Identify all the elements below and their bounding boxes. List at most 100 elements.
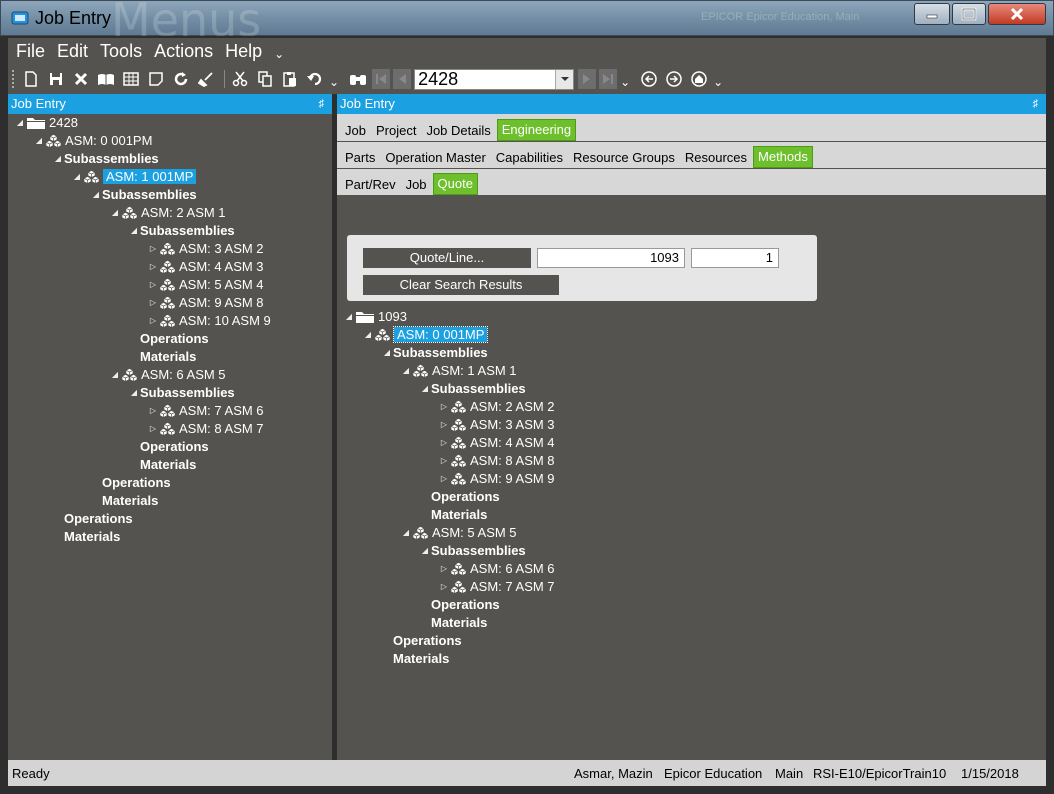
tree-node-assembly[interactable]: ▷ ASM: 4 ASM 3 (147, 258, 264, 275)
close-button[interactable] (988, 3, 1046, 25)
tree-node-operations[interactable]: Operations (52, 510, 133, 527)
tree-node-subassemblies[interactable]: ◢ Subassemblies (381, 344, 488, 361)
tree-node-operations[interactable]: Operations (381, 632, 462, 649)
tree-node-operations[interactable]: Operations (419, 488, 500, 505)
toolbar-overflow-icon[interactable]: ⌄ (329, 75, 339, 89)
tree-node-materials[interactable]: Materials (52, 528, 120, 545)
tree-node-assembly[interactable]: ▷ ASM: 7 ASM 6 (147, 402, 264, 419)
tree-node-assembly[interactable]: ▷ ASM: 10 ASM 9 (147, 312, 271, 329)
collapse-arrow-icon[interactable]: ◢ (128, 226, 140, 235)
copy-button[interactable] (254, 69, 276, 89)
title-bar[interactable]: Job Entry Menus EPICOR Epicor Education,… (0, 0, 1054, 47)
line-number-field[interactable]: 1 (691, 248, 779, 268)
new-button[interactable] (20, 69, 42, 89)
collapse-arrow-icon[interactable]: ◢ (362, 330, 374, 339)
tab-capabilities[interactable]: Capabilities (492, 146, 567, 168)
tree-node-root[interactable]: ◢ 1093 (343, 308, 407, 325)
expand-arrow-icon[interactable]: ▷ (147, 424, 159, 433)
tab-methods[interactable]: Methods (753, 146, 813, 168)
collapse-arrow-icon[interactable]: ◢ (343, 312, 355, 321)
tree-node-materials[interactable]: Materials (128, 456, 196, 473)
collapse-arrow-icon[interactable]: ◢ (109, 208, 121, 217)
delete-button[interactable] (70, 69, 92, 89)
menu-overflow-icon[interactable]: ⌄ (274, 47, 284, 61)
expand-arrow-icon[interactable]: ▷ (147, 316, 159, 325)
tab-methods-job[interactable]: Job (402, 173, 431, 195)
tree-node-assembly[interactable]: ◢ ASM: 0 001MP (362, 326, 489, 343)
prev-record-button[interactable] (393, 69, 412, 89)
tab-job[interactable]: Job (341, 119, 370, 141)
clear-button[interactable] (195, 69, 217, 89)
job-number-combo[interactable]: 2428 (414, 68, 575, 90)
tab-engineering[interactable]: Engineering (496, 119, 577, 141)
expand-arrow-icon[interactable]: ▷ (438, 402, 450, 411)
tab-job-details[interactable]: Job Details (422, 119, 494, 141)
tree-node-materials[interactable]: Materials (419, 506, 487, 523)
tree-node-assembly[interactable]: ▷ ASM: 3 ASM 3 (438, 416, 555, 433)
search-button[interactable] (347, 69, 369, 89)
undo-button[interactable] (304, 69, 326, 89)
tree-node-operations[interactable]: Operations (419, 596, 500, 613)
tree-node-assembly[interactable]: ▷ ASM: 7 ASM 7 (438, 578, 555, 595)
menu-help[interactable]: Help (225, 41, 262, 62)
collapse-arrow-icon[interactable]: ◢ (33, 136, 45, 145)
tree-node-operations[interactable]: Operations (128, 330, 209, 347)
expand-arrow-icon[interactable]: ▷ (438, 474, 450, 483)
tree-node-assembly[interactable]: ▷ ASM: 5 ASM 4 (147, 276, 264, 293)
expand-arrow-icon[interactable]: ▷ (147, 406, 159, 415)
toolbar-grip[interactable] (12, 70, 16, 88)
tree-node-assembly[interactable]: ◢ ASM: 0 001PM (33, 132, 153, 149)
tree-node-subassemblies[interactable]: ◢ Subassemblies (419, 542, 526, 559)
tree-node-assembly[interactable]: ▷ ASM: 8 ASM 8 (438, 452, 555, 469)
menu-edit[interactable]: Edit (57, 41, 88, 62)
pin-icon[interactable]: ♯ (1033, 94, 1039, 114)
tree-node-subassemblies[interactable]: ◢ Subassemblies (128, 222, 235, 239)
collapse-arrow-icon[interactable]: ◢ (128, 388, 140, 397)
nav-overflow-icon[interactable]: ⌄ (620, 75, 630, 89)
tree-node-materials[interactable]: Materials (419, 614, 487, 631)
expand-arrow-icon[interactable]: ▷ (438, 420, 450, 429)
collapse-arrow-icon[interactable]: ◢ (400, 528, 412, 537)
back-button[interactable] (638, 69, 660, 89)
expand-arrow-icon[interactable]: ▷ (438, 564, 450, 573)
tree-node-assembly[interactable]: ▷ ASM: 2 ASM 2 (438, 398, 555, 415)
collapse-arrow-icon[interactable]: ◢ (52, 154, 64, 163)
collapse-arrow-icon[interactable]: ◢ (419, 384, 431, 393)
tree-node-assembly[interactable]: ▷ ASM: 4 ASM 4 (438, 434, 555, 451)
expand-arrow-icon[interactable]: ▷ (147, 262, 159, 271)
tree-node-materials[interactable]: Materials (381, 650, 449, 667)
clear-search-results-button[interactable]: Clear Search Results (363, 275, 559, 295)
menu-file[interactable]: File (16, 41, 45, 62)
tree-node-assembly[interactable]: ◢ ASM: 6 ASM 5 (109, 366, 226, 383)
tab-resources[interactable]: Resources (681, 146, 751, 168)
menu-tools[interactable]: Tools (100, 41, 142, 62)
collapse-arrow-icon[interactable]: ◢ (90, 190, 102, 199)
collapse-arrow-icon[interactable]: ◢ (419, 546, 431, 555)
tree-node-subassemblies[interactable]: ◢ Subassemblies (52, 150, 159, 167)
tree-node-assembly[interactable]: ▷ ASM: 3 ASM 2 (147, 240, 264, 257)
forward-button[interactable] (663, 69, 685, 89)
tree-node-assembly[interactable]: ▷ ASM: 9 ASM 9 (438, 470, 555, 487)
tab-methods-quote[interactable]: Quote (432, 173, 478, 195)
quote-line-button[interactable]: Quote/Line... (363, 248, 531, 268)
expand-arrow-icon[interactable]: ▷ (438, 456, 450, 465)
tab-operation-master[interactable]: Operation Master (381, 146, 489, 168)
tree-node-assembly[interactable]: ◢ ASM: 1 001MP (71, 168, 197, 185)
collapse-arrow-icon[interactable]: ◢ (109, 370, 121, 379)
minimize-button[interactable] (914, 3, 950, 25)
maximize-button[interactable] (952, 3, 986, 25)
paste-button[interactable] (279, 69, 301, 89)
quote-number-field[interactable]: 1093 (537, 248, 685, 268)
tree-node-assembly[interactable]: ▷ ASM: 8 ASM 7 (147, 420, 264, 437)
tab-resource-groups[interactable]: Resource Groups (569, 146, 679, 168)
tab-project[interactable]: Project (372, 119, 420, 141)
tree-node-operations[interactable]: Operations (90, 474, 171, 491)
tree-node-operations[interactable]: Operations (128, 438, 209, 455)
cut-button[interactable] (229, 69, 251, 89)
save-button[interactable] (45, 69, 67, 89)
tree-node-assembly[interactable]: ◢ ASM: 2 ASM 1 (109, 204, 226, 221)
tree-node-materials[interactable]: Materials (128, 348, 196, 365)
home-button[interactable] (688, 69, 710, 89)
note-button[interactable] (145, 69, 167, 89)
job-combo-dropdown-button[interactable] (555, 69, 574, 89)
